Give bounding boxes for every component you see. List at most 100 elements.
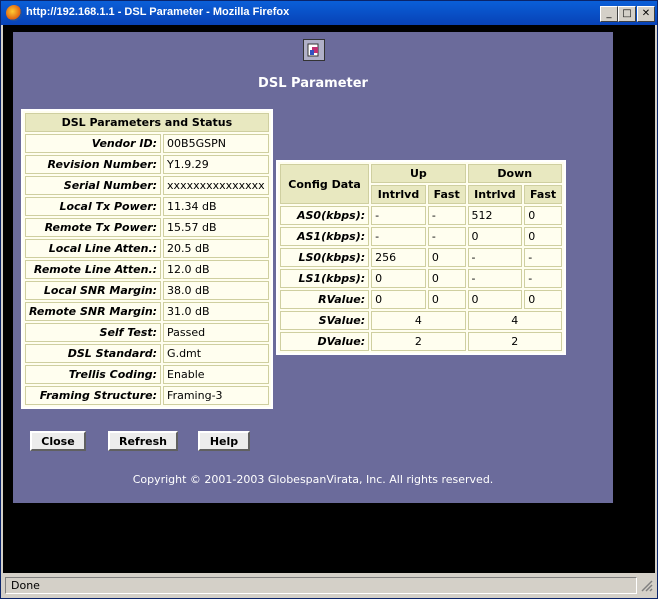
status-value: Framing-3 — [163, 386, 269, 405]
title-bar[interactable]: http://192.168.1.1 - DSL Parameter - Moz… — [1, 1, 657, 25]
minimize-button[interactable]: _ — [600, 6, 618, 22]
status-value: 11.34 dB — [163, 197, 269, 216]
config-data-table: Config Data Up Down Intrlvd Fast Intrlvd… — [276, 160, 566, 355]
page-title: DSL Parameter — [258, 76, 368, 91]
config-value: 0 — [467, 290, 523, 309]
svalue-down-value: 4 — [467, 311, 562, 330]
config-value: 512 — [467, 206, 523, 225]
status-row: Local SNR Margin: 38.0 dB — [25, 281, 269, 300]
config-label: DValue: — [280, 332, 370, 351]
config-value: 0 — [467, 227, 523, 246]
config-value: - — [371, 227, 426, 246]
page-panel: DSL Parameter DSL Parameters and Status … — [13, 32, 613, 503]
config-value: 0 — [524, 227, 562, 246]
config-label: AS0(kbps): — [280, 206, 370, 225]
window-title: http://192.168.1.1 - DSL Parameter - Moz… — [26, 6, 290, 18]
status-value: 38.0 dB — [163, 281, 269, 300]
config-row: RValue: 0 0 0 0 — [280, 290, 562, 309]
status-label: Remote Line Atten.: — [25, 260, 162, 279]
close-button[interactable]: Close — [30, 431, 86, 451]
browser-window: http://192.168.1.1 - DSL Parameter - Moz… — [0, 0, 658, 599]
status-row: Trellis Coding: Enable — [25, 365, 269, 384]
dvalue-down-value: 2 — [467, 332, 562, 351]
config-row: LS0(kbps): 256 0- - — [280, 248, 562, 267]
status-value: 15.57 dB — [163, 218, 269, 237]
status-value: Passed — [163, 323, 269, 342]
status-label: DSL Standard: — [25, 344, 162, 363]
status-value: G.dmt — [163, 344, 269, 363]
status-row: Serial Number: xxxxxxxxxxxxxxx — [25, 176, 269, 195]
config-value: 0 — [371, 290, 426, 309]
page-viewport: DSL Parameter DSL Parameters and Status … — [3, 25, 655, 573]
down-fast-header: Fast — [524, 185, 562, 204]
down-intrlvd-header: Intrlvd — [467, 185, 523, 204]
status-label: Remote SNR Margin: — [25, 302, 162, 321]
config-row: AS1(kbps): - -0 0 — [280, 227, 562, 246]
status-row: DSL Standard: G.dmt — [25, 344, 269, 363]
firefox-icon — [6, 5, 22, 21]
config-value: 0 — [427, 248, 466, 267]
config-row: AS0(kbps): - -512 0 — [280, 206, 562, 225]
status-row: Remote SNR Margin: 31.0 dB — [25, 302, 269, 321]
config-value: - — [467, 269, 523, 288]
up-header: Up — [371, 164, 466, 183]
config-label: RValue: — [280, 290, 370, 309]
status-label: Self Test: — [25, 323, 162, 342]
config-label: SValue: — [280, 311, 370, 330]
config-corner-header: Config Data — [280, 164, 370, 204]
status-row: Vendor ID: 00B5GSPN — [25, 134, 269, 153]
config-value: 0 — [524, 206, 562, 225]
config-value: - — [427, 206, 466, 225]
config-value: 0 — [427, 290, 466, 309]
resize-grip-icon[interactable] — [639, 578, 653, 592]
status-value: Y1.9.29 — [163, 155, 269, 174]
close-window-button[interactable]: ✕ — [637, 6, 655, 22]
status-value: 00B5GSPN — [163, 134, 269, 153]
help-button[interactable]: Help — [198, 431, 250, 451]
config-value: - — [524, 248, 562, 267]
status-label: Remote Tx Power: — [25, 218, 162, 237]
status-label: Local Line Atten.: — [25, 239, 162, 258]
status-row: Remote Tx Power: 15.57 dB — [25, 218, 269, 237]
dvalue-up-value: 2 — [371, 332, 466, 351]
status-row: Revision Number: Y1.9.29 — [25, 155, 269, 174]
status-label: Trellis Coding: — [25, 365, 162, 384]
status-value: Enable — [163, 365, 269, 384]
config-value: - — [524, 269, 562, 288]
status-row: Local Line Atten.: 20.5 dB — [25, 239, 269, 258]
config-label: AS1(kbps): — [280, 227, 370, 246]
status-label: Serial Number: — [25, 176, 162, 195]
maximize-button[interactable]: □ — [618, 6, 636, 22]
status-label: Local SNR Margin: — [25, 281, 162, 300]
status-bar: Done — [3, 575, 655, 596]
page-logo-icon — [303, 39, 325, 61]
config-label: LS0(kbps): — [280, 248, 370, 267]
dsl-status-table: DSL Parameters and Status Vendor ID: 00B5… — [21, 109, 273, 409]
config-row-dvalue: DValue: 2 2 — [280, 332, 562, 351]
status-row: Remote Line Atten.: 12.0 dB — [25, 260, 269, 279]
status-text: Done — [5, 577, 637, 594]
config-row: LS1(kbps): 0 0- - — [280, 269, 562, 288]
refresh-button[interactable]: Refresh — [108, 431, 178, 451]
status-label: Framing Structure: — [25, 386, 162, 405]
config-value: - — [467, 248, 523, 267]
up-fast-header: Fast — [427, 185, 466, 204]
status-value: xxxxxxxxxxxxxxx — [163, 176, 269, 195]
status-value: 20.5 dB — [163, 239, 269, 258]
status-value: 31.0 dB — [163, 302, 269, 321]
svalue-up-value: 4 — [371, 311, 466, 330]
config-value: 256 — [371, 248, 426, 267]
status-row: Framing Structure: Framing-3 — [25, 386, 269, 405]
config-value: 0 — [427, 269, 466, 288]
config-row-svalue: SValue: 4 4 — [280, 311, 562, 330]
config-value: 0 — [524, 290, 562, 309]
status-row: Self Test: Passed — [25, 323, 269, 342]
config-value: 0 — [371, 269, 426, 288]
down-header: Down — [467, 164, 562, 183]
config-value: - — [371, 206, 426, 225]
status-label: Revision Number: — [25, 155, 162, 174]
copyright-text: Copyright © 2001-2003 GlobespanVirata, I… — [132, 473, 494, 486]
status-value: 12.0 dB — [163, 260, 269, 279]
config-label: LS1(kbps): — [280, 269, 370, 288]
status-table-title: DSL Parameters and Status — [25, 113, 269, 132]
